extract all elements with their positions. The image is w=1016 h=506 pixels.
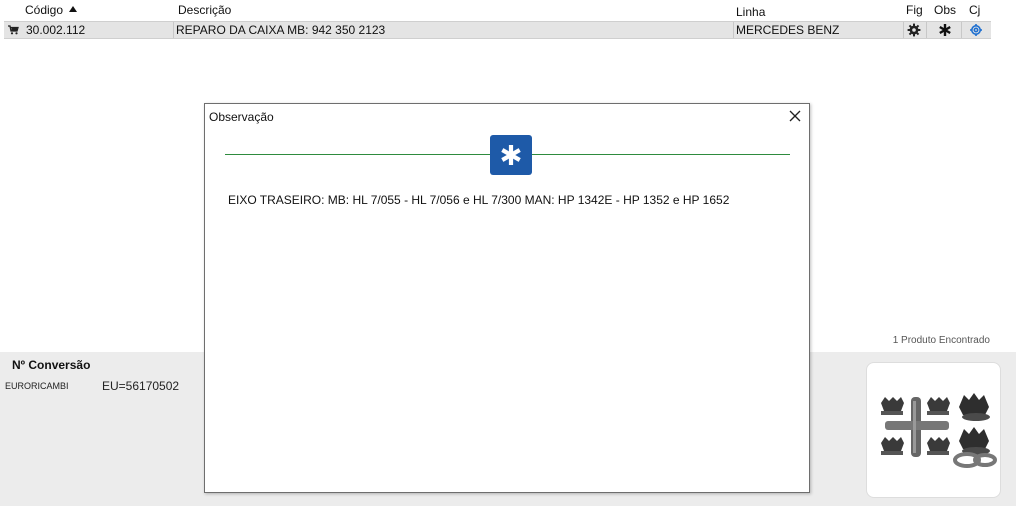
column-divider — [903, 22, 904, 38]
col-codigo-header[interactable]: Código — [25, 3, 78, 17]
sort-asc-icon — [69, 6, 78, 12]
row-codigo: 30.002.112 — [26, 23, 86, 37]
dialog-title: Observação — [209, 110, 274, 124]
table-row[interactable]: 30.002.112 REPARO DA CAIXA MB: 942 350 2… — [4, 21, 991, 39]
observation-dialog: Observação EIXO TRASEIRO: MB: HL 7/055 -… — [204, 103, 810, 493]
col-cj-header: Cj — [969, 3, 981, 17]
conversion-title: Nº Conversão — [12, 358, 91, 372]
column-divider — [961, 22, 962, 38]
cart-icon[interactable] — [8, 25, 19, 35]
asterisk-badge — [490, 135, 532, 175]
product-image — [881, 393, 997, 468]
asterisk-icon[interactable] — [938, 23, 952, 37]
column-divider — [733, 22, 734, 38]
column-divider — [926, 22, 927, 38]
col-fig-header: Fig — [906, 3, 923, 17]
table-header: Código Descrição Linha Fig Obs Cj — [0, 0, 1016, 20]
conversion-code: EU=56170502 — [102, 379, 180, 393]
product-thumbnail[interactable] — [866, 362, 1001, 498]
gear-icon[interactable] — [907, 23, 921, 37]
row-linha: MERCEDES BENZ — [736, 23, 840, 37]
row-descricao: REPARO DA CAIXA MB: 942 350 2123 — [176, 23, 386, 37]
close-icon[interactable] — [787, 108, 803, 124]
link-icon[interactable] — [969, 23, 983, 37]
conversion-brand: EURORICAMBI — [5, 381, 69, 391]
col-linha-header[interactable]: Linha — [736, 5, 765, 19]
observation-text: EIXO TRASEIRO: MB: HL 7/055 - HL 7/056 e… — [228, 193, 730, 207]
col-descricao-header[interactable]: Descrição — [178, 3, 231, 17]
results-count: 1 Produto Encontrado — [892, 335, 990, 346]
col-obs-header: Obs — [934, 3, 957, 17]
column-divider — [173, 22, 174, 38]
asterisk-icon — [501, 145, 521, 165]
